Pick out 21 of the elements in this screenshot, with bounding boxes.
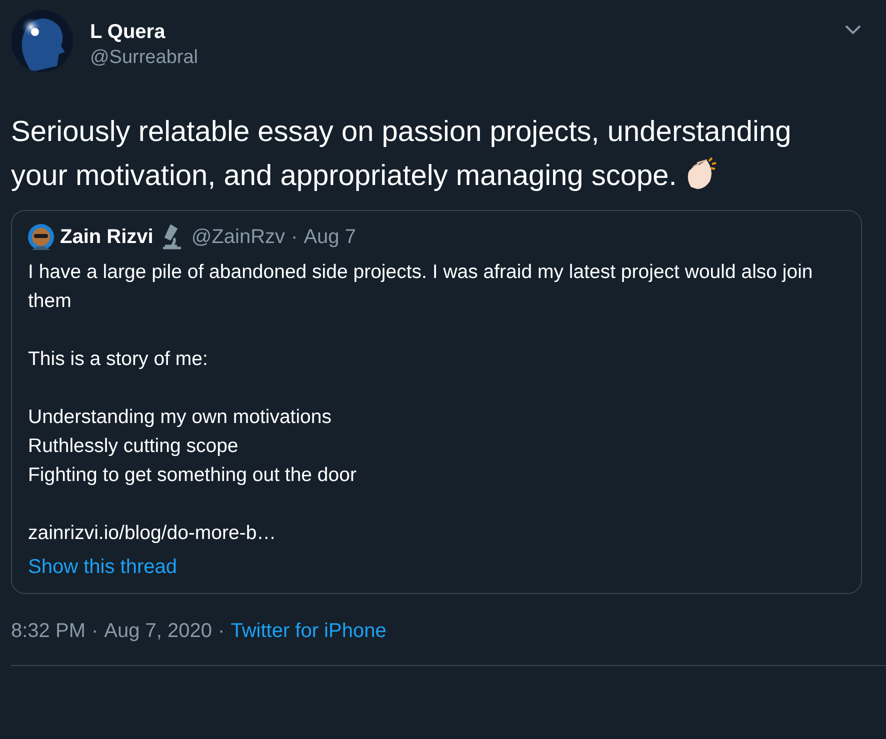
separator-dot: · bbox=[291, 226, 298, 248]
quoted-author-handle[interactable]: @ZainRzv bbox=[191, 226, 286, 248]
quoted-text: This is a story of me: bbox=[28, 347, 209, 372]
tweet-time: 8:32 PM bbox=[11, 620, 86, 643]
author-handle[interactable]: @Surreabral bbox=[90, 44, 198, 72]
tweet-text: Seriously relatable essay on passion projects, understanding your motivation, and appropriately managing scope. bbox=[11, 115, 792, 194]
quoted-author-name[interactable]: Zain Rizvi bbox=[60, 226, 154, 248]
author-name[interactable]: L Quera bbox=[90, 20, 198, 44]
tweet-date[interactable]: Aug 7, 2020 bbox=[104, 620, 212, 643]
quoted-tweet-card[interactable] bbox=[11, 210, 862, 594]
separator-dot: · bbox=[218, 620, 225, 643]
chevron-down-icon[interactable] bbox=[844, 24, 862, 36]
show-thread-link[interactable]: Show this thread bbox=[28, 556, 177, 579]
separator-dot: · bbox=[91, 620, 98, 643]
quoted-text: zainrizvi.io/blog/do-more-b… bbox=[28, 521, 278, 546]
source-link[interactable]: Twitter for iPhone bbox=[230, 620, 386, 643]
quoted-text: Ruthlessly cutting scope bbox=[28, 434, 240, 459]
quoted-text: Understanding my own motivations bbox=[28, 405, 332, 430]
quoted-date[interactable]: Aug 7 bbox=[304, 226, 356, 248]
quoted-text: Fighting to get something out the door bbox=[28, 463, 358, 488]
quoted-text: I have a large pile of abandoned side projects. I was afraid my latest project would also join them bbox=[28, 260, 814, 314]
